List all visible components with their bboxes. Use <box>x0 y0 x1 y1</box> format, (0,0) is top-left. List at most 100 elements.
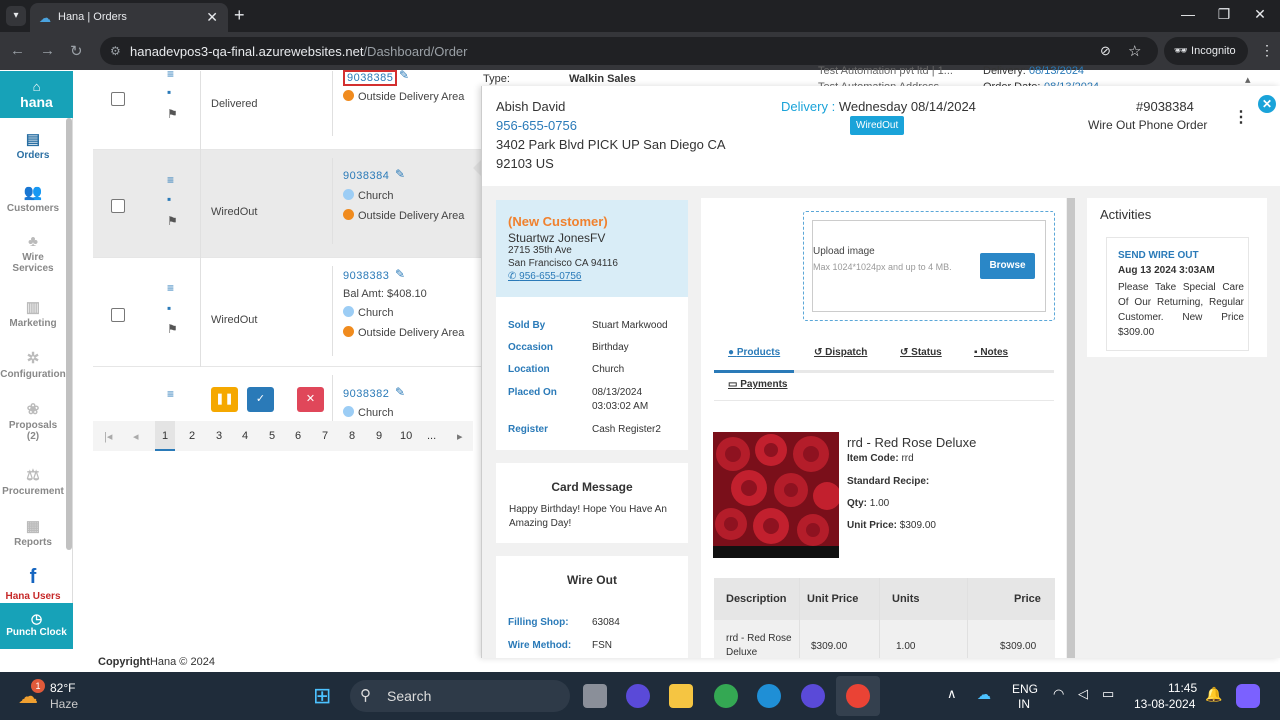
flag-icon[interactable]: ⚑ <box>167 107 178 121</box>
menu-icon[interactable]: ≡ <box>167 387 174 401</box>
first-page-icon[interactable]: |◂ <box>104 430 112 443</box>
page-5[interactable]: 5 <box>269 430 275 442</box>
flag-icon[interactable]: ⚑ <box>167 322 178 336</box>
tab-search-icon[interactable]: ▾ <box>6 6 26 26</box>
language-secondary[interactable]: IN <box>1018 697 1030 711</box>
edit-icon[interactable]: ✎ <box>399 68 409 82</box>
flag-icon[interactable]: ⚑ <box>167 214 178 228</box>
minimize-icon[interactable]: — <box>1173 6 1203 22</box>
browse-button[interactable]: Browse <box>980 253 1035 279</box>
site-info-icon[interactable]: ⚙ <box>110 44 121 58</box>
punch-clock-button[interactable]: ◷ Punch Clock <box>0 603 73 649</box>
sidebar-item-wire-services[interactable]: ♣ Wire Services <box>0 233 66 274</box>
order-number-link[interactable]: 9038383 <box>343 270 389 282</box>
row-checkbox[interactable] <box>111 308 125 322</box>
eye-off-icon[interactable]: ⊘ <box>1100 43 1111 59</box>
copilot-icon[interactable] <box>1236 684 1260 708</box>
file-explorer-icon[interactable] <box>669 684 693 708</box>
scroll-up-icon[interactable]: ▴ <box>1245 73 1251 86</box>
pause-button[interactable]: ❚❚ <box>211 387 238 412</box>
tab-status[interactable]: ↺ Status <box>900 347 942 358</box>
order-number-link[interactable]: 9038385 <box>343 70 398 86</box>
row-checkbox[interactable] <box>111 92 125 106</box>
clock-date[interactable]: 13-08-2024 <box>1134 697 1195 711</box>
weather-temp[interactable]: 82°F <box>50 681 75 695</box>
forward-icon[interactable]: → <box>40 42 55 59</box>
close-icon[interactable]: ✕ <box>1258 95 1276 113</box>
order-number-link[interactable]: 9038384 <box>343 170 389 182</box>
page-8[interactable]: 8 <box>349 430 355 442</box>
tab-payments[interactable]: ▭ Payments <box>728 379 787 390</box>
close-tab-icon[interactable]: ✕ <box>206 9 218 26</box>
panel-scrollbar[interactable] <box>1067 198 1075 658</box>
prev-page-icon[interactable]: ◂ <box>133 430 139 443</box>
onedrive-icon[interactable]: ☁ <box>977 686 991 703</box>
reload-icon[interactable]: ↻ <box>70 42 83 60</box>
note-icon[interactable]: ▪ <box>167 301 171 315</box>
more-options-icon[interactable]: ⋮ <box>1233 107 1249 127</box>
row-checkbox[interactable] <box>111 199 125 213</box>
clock-time[interactable]: 11:45 <box>1168 681 1197 695</box>
table-row[interactable]: ≡ ❚❚ ✓ ✕ 9038382 ✎ Church <box>93 367 481 421</box>
sidebar-item-hana-users[interactable]: f Hana Users <box>0 566 66 602</box>
incognito-badge[interactable]: 🕶 Incognito <box>1164 37 1248 65</box>
restore-icon[interactable]: ❐ <box>1209 6 1239 23</box>
page-2[interactable]: 2 <box>189 430 195 442</box>
menu-icon[interactable]: ≡ <box>167 67 174 81</box>
edit-icon[interactable]: ✎ <box>395 385 405 399</box>
page-7[interactable]: 7 <box>322 430 328 442</box>
windows-start-icon[interactable]: ⊞ <box>313 683 331 709</box>
taskbar-search[interactable]: ⚲ Search <box>350 680 570 712</box>
page-3[interactable]: 3 <box>216 430 222 442</box>
sidebar-scrollbar[interactable] <box>66 118 72 550</box>
close-window-icon[interactable]: ✕ <box>1245 6 1275 23</box>
confirm-button[interactable]: ✓ <box>247 387 274 412</box>
note-icon[interactable]: ▪ <box>167 85 171 99</box>
new-tab-icon[interactable]: + <box>234 5 245 26</box>
browser-menu-icon[interactable]: ⋮ <box>1260 42 1274 59</box>
volume-icon[interactable]: ◁ <box>1078 686 1088 702</box>
cancel-button[interactable]: ✕ <box>297 387 324 412</box>
app-icon[interactable] <box>626 684 650 708</box>
page-10[interactable]: 10 <box>400 430 412 442</box>
app-icon[interactable] <box>801 684 825 708</box>
order-number-link[interactable]: 9038382 <box>343 388 389 400</box>
customer-phone-link[interactable]: ✆ 956-655-0756 <box>508 271 581 282</box>
sidebar-item-configuration[interactable]: ✲ Configuration <box>0 349 66 380</box>
page-4[interactable]: 4 <box>242 430 248 442</box>
tab-dispatch[interactable]: ↺ Dispatch <box>814 347 867 358</box>
page-1[interactable]: 1 <box>155 421 175 451</box>
bookmark-star-icon[interactable]: ☆ <box>1128 42 1141 60</box>
chrome-icon[interactable] <box>714 684 738 708</box>
table-row[interactable]: ≡ ▪ ⚑ WiredOut 9038383 ✎ Bal Amt: $408.1… <box>93 258 481 367</box>
browser-tab[interactable]: ☁ Hana | Orders ✕ <box>30 3 228 32</box>
menu-icon[interactable]: ≡ <box>167 173 174 187</box>
chrome-incognito-icon[interactable] <box>846 684 870 708</box>
tab-products[interactable]: ● Products <box>728 347 780 358</box>
page-9[interactable]: 9 <box>376 430 382 442</box>
sidebar-item-customers[interactable]: 👥 Customers <box>0 183 66 214</box>
sidebar-item-reports[interactable]: ▦ Reports <box>0 517 66 548</box>
next-page-icon[interactable]: ▸ <box>457 430 463 443</box>
wifi-icon[interactable]: ◠ <box>1053 686 1064 702</box>
language-primary[interactable]: ENG <box>1012 682 1038 696</box>
recipient-phone[interactable]: 956-655-0756 <box>496 118 577 133</box>
task-view-icon[interactable] <box>583 684 607 708</box>
sidebar-item-marketing[interactable]: ▥ Marketing <box>0 298 66 329</box>
tab-notes[interactable]: ▪ Notes <box>974 347 1008 358</box>
edit-icon[interactable]: ✎ <box>395 167 405 181</box>
sidebar-item-proposals[interactable]: ❀ Proposals (2) <box>0 400 66 442</box>
page-ellipsis[interactable]: ... <box>427 430 436 442</box>
menu-icon[interactable]: ≡ <box>167 281 174 295</box>
notification-bell-icon[interactable]: 🔔 <box>1205 686 1222 703</box>
table-row[interactable]: ≡ ▪ ⚑ WiredOut 9038384 ✎ Church Outside … <box>93 150 481 258</box>
table-row[interactable]: ≡ ▪ ⚑ Delivered 9038385 ✎ Outside Delive… <box>93 67 481 150</box>
page-6[interactable]: 6 <box>295 430 301 442</box>
sidebar-item-procurement[interactable]: ⚖ Procurement <box>0 466 66 497</box>
hana-logo[interactable]: ⌂ hana <box>0 71 73 118</box>
edge-icon[interactable] <box>757 684 781 708</box>
tray-overflow-icon[interactable]: ∧ <box>947 686 957 702</box>
note-icon[interactable]: ▪ <box>167 192 171 206</box>
edit-icon[interactable]: ✎ <box>395 267 405 281</box>
battery-icon[interactable]: ▭ <box>1102 686 1114 702</box>
